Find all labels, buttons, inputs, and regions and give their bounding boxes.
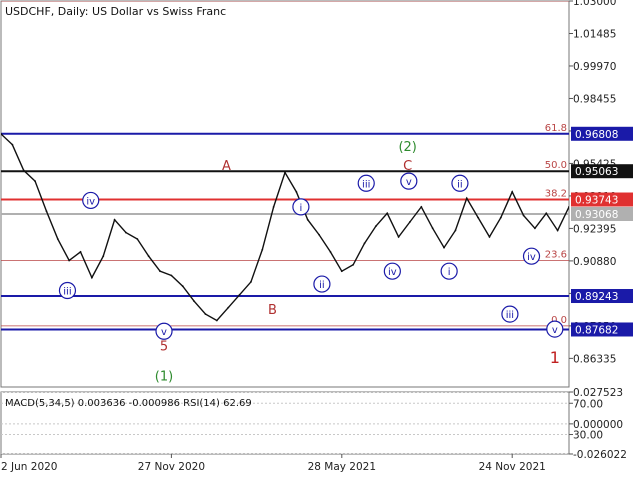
price-tag-label: 0.89243: [575, 291, 618, 303]
chart-title: USDCHF, Daily: US Dollar vs Swiss Franc: [5, 5, 226, 18]
price-point: [352, 263, 355, 266]
price-point: [45, 210, 48, 213]
price-point: [465, 197, 468, 200]
wave-label: v: [406, 177, 412, 188]
price-point: [431, 227, 434, 230]
wave-label: A: [222, 159, 231, 174]
price-point: [102, 255, 105, 258]
wave-label: iii: [362, 179, 370, 190]
y-tick-label: 0.99970: [573, 61, 616, 73]
x-tick-label: 27 Nov 2020: [138, 461, 205, 473]
wave-label: C: [403, 159, 412, 174]
wave-label: iv: [388, 267, 397, 278]
price-point: [374, 225, 377, 228]
chart-canvas: 100.061.850.038.223.60.0ABC(2)(1)51iviii…: [0, 0, 633, 473]
price-point: [22, 169, 25, 172]
price-point: [227, 306, 230, 309]
price-point: [34, 180, 36, 183]
price-point: [90, 276, 93, 279]
price-point: [272, 205, 275, 208]
price-point: [136, 238, 139, 240]
indicator-tick-label: 0.027523: [573, 387, 623, 399]
wave-label: i: [300, 203, 303, 214]
wave-label: ii: [319, 280, 325, 291]
price-point: [250, 281, 252, 283]
indicator-title: MACD(5,34,5) 0.003636 -0.000986 RSI(14) …: [5, 398, 252, 409]
price-point: [454, 229, 457, 232]
y-tick-label: 1.03000: [573, 0, 616, 8]
wave-label: 1: [550, 348, 560, 367]
price-point: [56, 238, 59, 240]
fib-level-label: 61.8: [545, 123, 567, 134]
wave-label: iii: [506, 310, 514, 321]
fib-level-label: 38.2: [545, 189, 567, 200]
price-point: [556, 229, 559, 232]
price-point: [79, 251, 82, 253]
wave-label: iv: [527, 252, 536, 263]
price-point: [511, 190, 514, 193]
y-tick-label: 0.98455: [573, 93, 616, 105]
wave-label: iii: [63, 287, 71, 298]
price-tag-label: 0.93068: [575, 209, 618, 221]
price-point: [181, 285, 184, 288]
price-tag-label: 0.95063: [575, 166, 618, 178]
price-point: [397, 235, 400, 238]
price-point: [261, 248, 264, 251]
x-tick-label: 28 May 2021: [308, 461, 376, 473]
x-tick-label: 2 Jun 2020: [1, 461, 57, 473]
price-point: [443, 246, 445, 249]
price-point: [340, 270, 343, 273]
wave-label: i: [448, 267, 451, 278]
price-point: [238, 293, 241, 296]
price-point: [329, 251, 332, 253]
wave-label: 5: [160, 339, 168, 354]
indicator-tick-label: 30.00: [573, 430, 603, 442]
price-point: [295, 190, 298, 193]
price-point: [522, 214, 525, 217]
y-tick-label: 0.92395: [573, 223, 616, 235]
price-tag-label: 0.96808: [575, 129, 618, 141]
price-point: [409, 220, 411, 223]
price-point: [215, 319, 218, 322]
y-tick-label: 1.01485: [573, 28, 616, 40]
price-point: [534, 227, 536, 230]
price-point: [125, 231, 127, 234]
wave-label: v: [552, 325, 558, 336]
y-tick-label: 0.90880: [573, 256, 616, 268]
price-point: [113, 218, 116, 221]
price-point: [477, 216, 480, 219]
price-point: [488, 235, 491, 238]
x-tick-label: 24 Nov 2021: [479, 461, 546, 473]
price-point: [204, 313, 207, 315]
price-tag-label: 0.93743: [575, 195, 618, 207]
fib-level-label: 50.0: [545, 160, 567, 171]
price-point: [545, 212, 548, 215]
price-point: [420, 205, 423, 208]
y-tick-label: 0.86335: [573, 353, 616, 365]
price-point: [499, 216, 502, 219]
price-point: [318, 233, 320, 236]
price-point: [170, 274, 173, 277]
price-point: [568, 205, 569, 208]
wave-label: iv: [86, 196, 95, 207]
price-point: [363, 242, 366, 245]
wave-label: (2): [398, 140, 416, 155]
price-tag-label: 0.87682: [575, 324, 618, 336]
price-point: [284, 171, 286, 174]
price-point: [306, 218, 309, 221]
price-point: [68, 259, 71, 262]
price-point: [386, 212, 389, 215]
wave-label: v: [161, 327, 167, 338]
price-point: [147, 255, 150, 258]
price-point: [193, 300, 196, 303]
wave-label: ii: [457, 179, 463, 190]
price-point: [11, 143, 14, 146]
price-point: [1, 133, 2, 135]
wave-label: B: [268, 303, 277, 318]
wave-label: (1): [155, 369, 173, 384]
indicator-tick-label: 70.00: [573, 398, 603, 410]
fib-level-label: 23.6: [545, 249, 567, 260]
indicator-tick-label: -0.026022: [573, 449, 627, 461]
price-point: [159, 270, 161, 273]
